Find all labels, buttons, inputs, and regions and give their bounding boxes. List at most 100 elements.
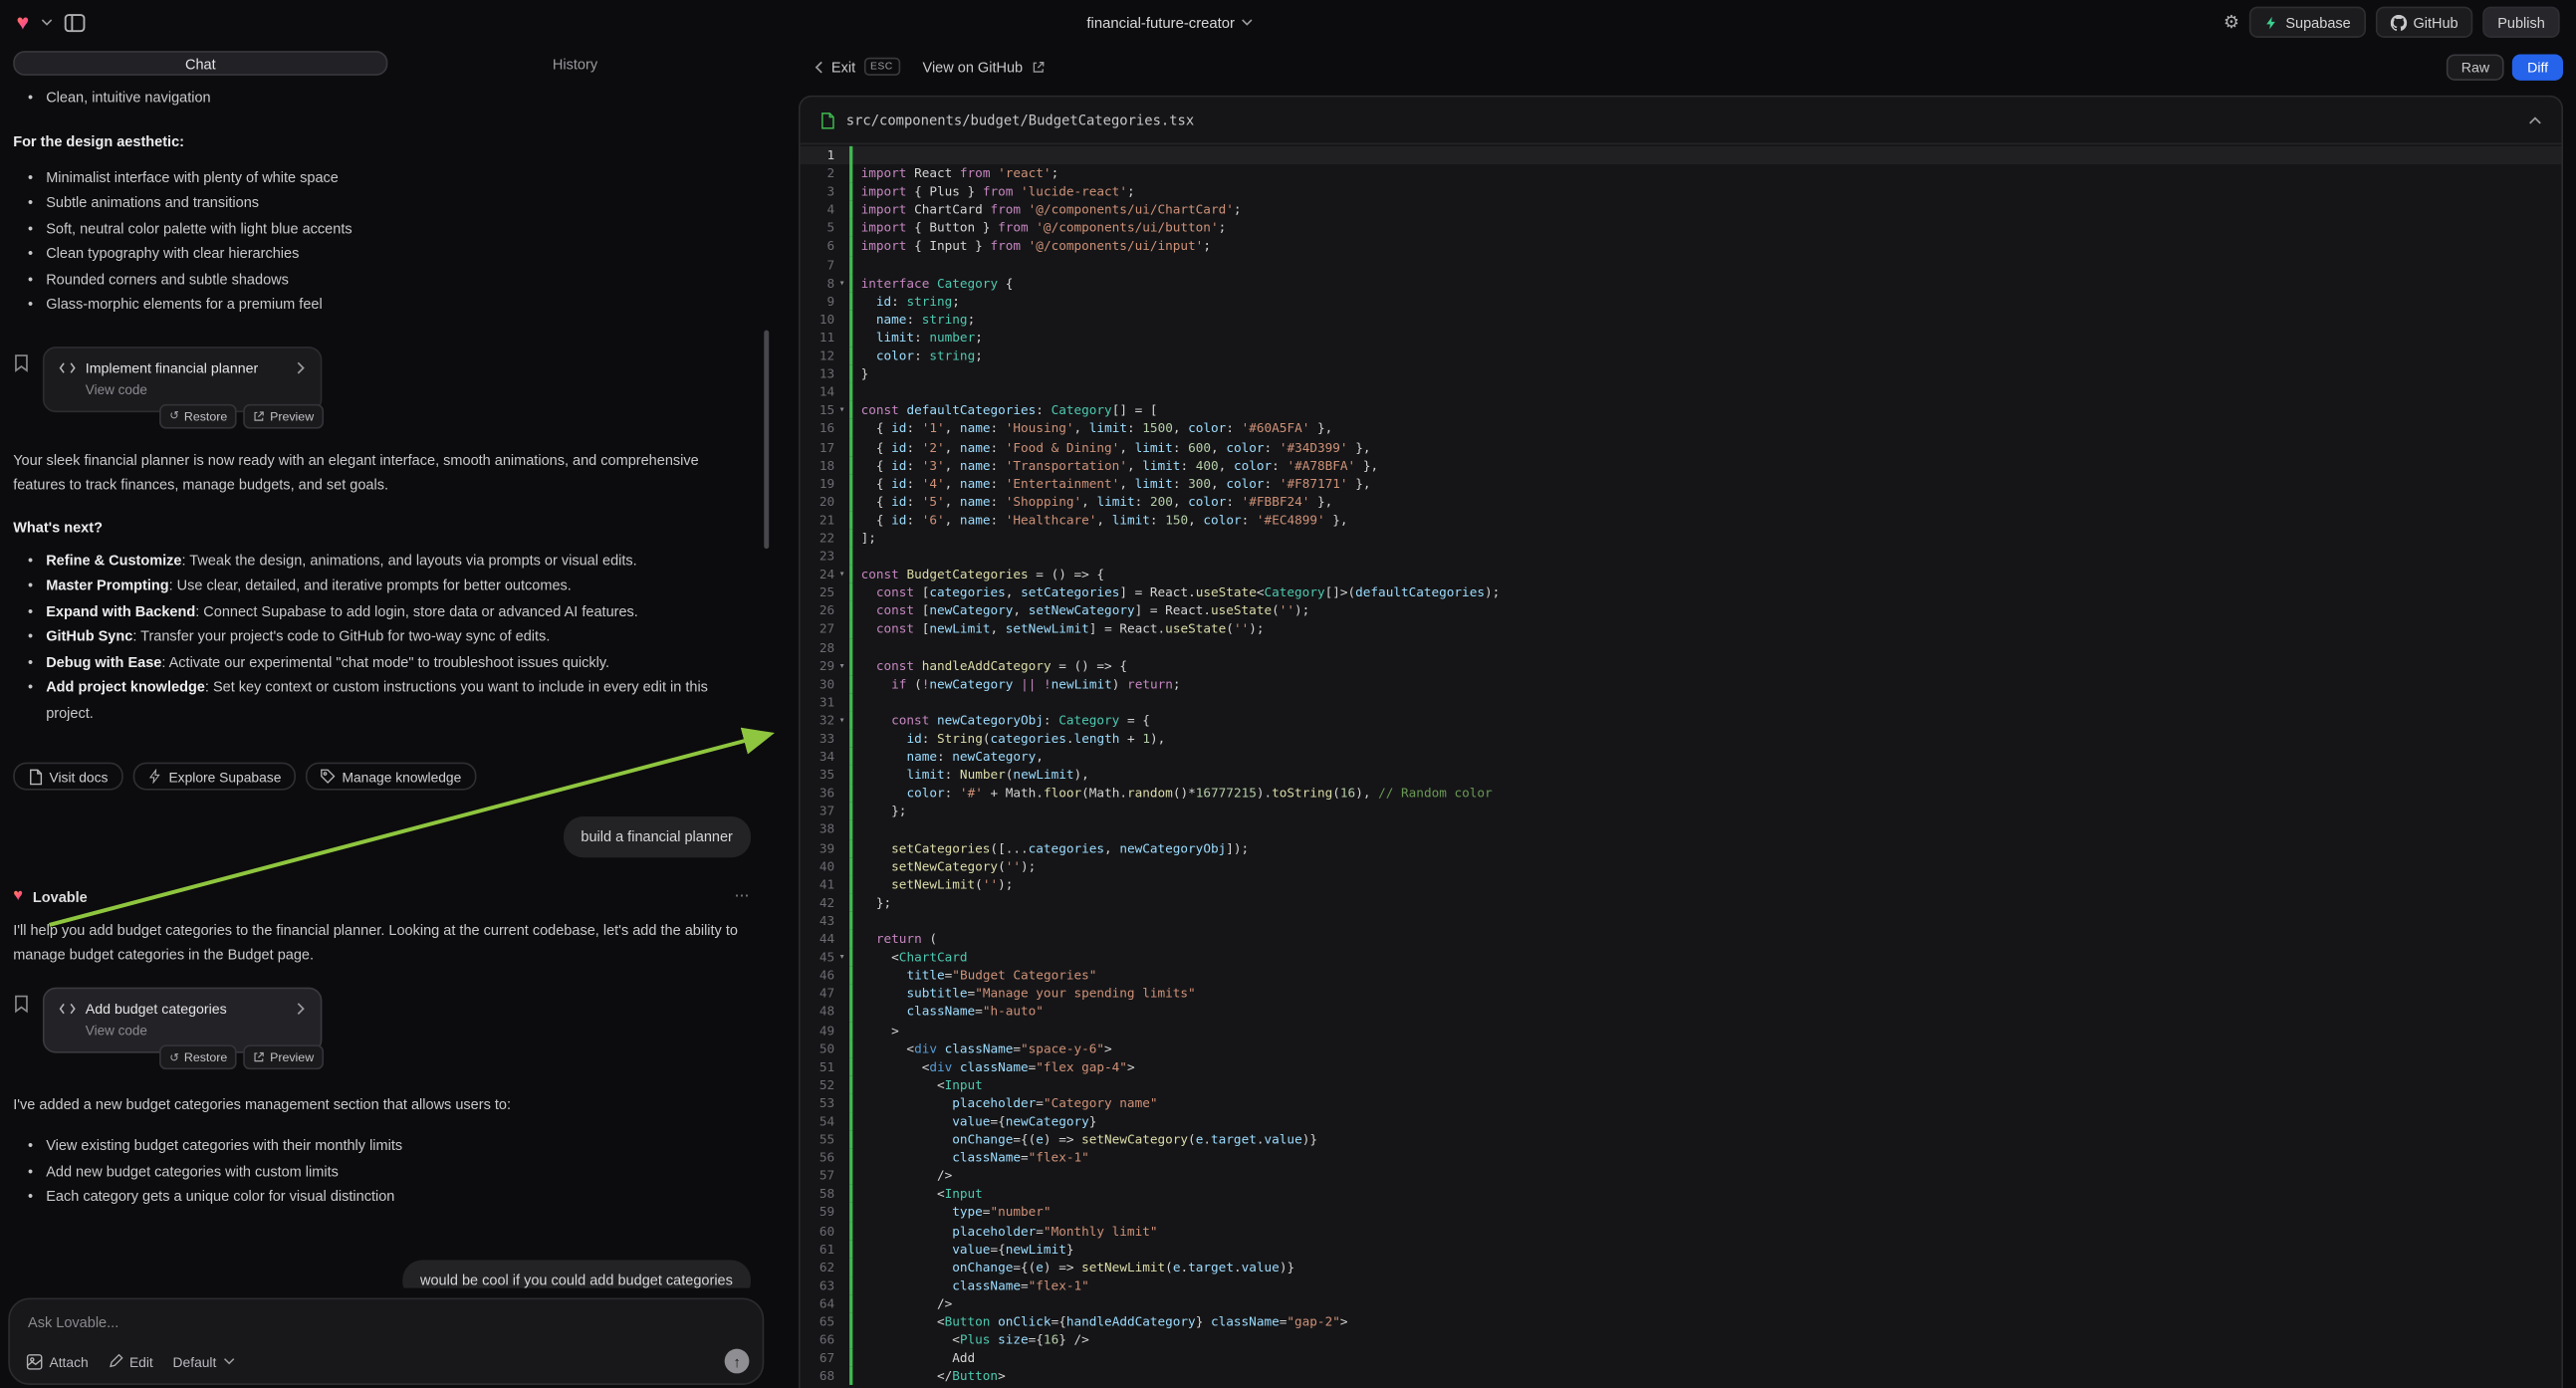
assistant-intro: I'll help you add budget categories to t… [13,918,751,968]
mode-selector[interactable]: Default [173,1353,235,1370]
edit-card-add-budget-categories[interactable]: Add budget categories View code ↺Restore… [43,988,323,1053]
code-text: Add [849,1349,2561,1367]
logo-chevron-down-icon[interactable] [41,18,53,26]
restore-button[interactable]: ↺Restore [159,1044,237,1069]
fold-icon[interactable]: ▾ [834,274,849,292]
composer[interactable]: Ask Lovable... Attach Edit Default ↑ [8,1298,764,1385]
view-on-github-link[interactable]: View on GitHub [923,59,1045,75]
publish-button[interactable]: Publish [2482,7,2559,38]
code-text: <Input [849,1185,2561,1203]
code-text: /> [849,1294,2561,1312]
edit-card-toolbar: ↺Restore Preview [159,403,324,428]
fold-icon [834,820,849,838]
supabase-button[interactable]: Supabase [2249,7,2366,38]
code-line: 42 }; [801,893,2562,911]
code-line: 9 id: string; [801,292,2562,310]
fold-icon [834,601,849,619]
edit-card-implement-financial-planner[interactable]: Implement financial planner View code ↺R… [43,346,323,411]
raw-button[interactable]: Raw [2447,54,2504,80]
design-points-list: Minimalist interface with plenty of whit… [13,165,751,318]
view-code-link[interactable]: View code [86,1024,306,1039]
code-line: 60 placeholder="Monthly limit" [801,1222,2562,1240]
code-line: 45▾ <ChartCard [801,948,2562,966]
tab-chat[interactable]: Chat [13,51,387,76]
fold-icon [834,256,849,274]
manage-knowledge-button[interactable]: Manage knowledge [306,763,476,791]
preview-button[interactable]: Preview [244,1044,324,1069]
restore-label: Restore [184,1049,227,1064]
fold-icon [834,1349,849,1367]
tab-history[interactable]: History [387,51,762,76]
chat-scrollbar-thumb[interactable] [764,331,769,549]
code-line: 36 color: '#' + Math.floor(Math.random()… [801,785,2562,803]
fold-icon[interactable]: ▾ [834,948,849,966]
send-button[interactable]: ↑ [725,1349,750,1374]
code-line: 14 [801,383,2562,401]
edit-mode-button[interactable]: Edit [108,1353,152,1370]
line-number: 23 [801,548,835,566]
file-path: src/components/budget/BudgetCategories.t… [846,112,2517,128]
whats-next-list: Refine & Customize: Tweak the design, an… [13,548,751,726]
code-lines[interactable]: 12import React from 'react';3import { Pl… [801,144,2562,1388]
fold-icon [834,311,849,329]
fold-icon [834,548,849,566]
code-line: 35 limit: Number(newLimit), [801,766,2562,784]
composer-toolbar: Attach Edit Default ↑ [26,1349,749,1374]
fold-icon[interactable]: ▾ [834,401,849,419]
visit-docs-button[interactable]: Visit docs [13,763,122,791]
fold-icon[interactable]: ▾ [834,566,849,583]
chat-messages[interactable]: Clean, intuitive navigation For the desi… [0,76,773,1288]
code-text: className="flex-1" [849,1276,2561,1294]
line-number: 55 [801,1130,835,1148]
code-text: value={newCategory} [849,1112,2561,1130]
code-text: { id: '4', name: 'Entertainment', limit:… [849,474,2561,492]
attach-button[interactable]: Attach [26,1353,88,1370]
bookmark-icon[interactable] [13,352,30,372]
fold-icon [834,219,849,237]
line-number: 67 [801,1349,835,1367]
view-code-link[interactable]: View code [86,382,306,397]
settings-gear-icon[interactable]: ⚙ [2224,12,2239,33]
line-number: 10 [801,311,835,329]
fold-icon [834,1021,849,1039]
message-menu-icon[interactable]: ⋯ [735,887,752,905]
sidebar-toggle-icon[interactable] [64,12,85,32]
line-number: 34 [801,748,835,766]
fold-icon [834,493,849,511]
github-button[interactable]: GitHub [2375,7,2472,38]
collapse-chevron-up-icon[interactable] [2528,116,2541,123]
chat-input[interactable]: Ask Lovable... [28,1314,744,1331]
fold-icon[interactable]: ▾ [834,711,849,729]
restore-button[interactable]: ↺Restore [159,403,237,428]
project-switcher[interactable]: financial-future-creator [1086,14,1253,31]
fold-icon[interactable]: ▾ [834,656,849,674]
explore-supabase-button[interactable]: Explore Supabase [132,763,296,791]
editor-toolbar: Exit ESC View on GitHub Raw Diff [773,45,2576,90]
diff-button[interactable]: Diff [2512,54,2563,80]
line-number: 8 [801,274,835,292]
code-text: > [849,1021,2561,1039]
preview-button[interactable]: Preview [244,403,324,428]
line-number: 41 [801,875,835,893]
code-line: 47 subtitle="Manage your spending limits… [801,985,2562,1003]
fold-icon [834,1185,849,1203]
code-text: onChange={(e) => setNewLimit(e.target.va… [849,1258,2561,1275]
exit-button[interactable]: Exit ESC [815,58,899,76]
code-text: <Button onClick={handleAddCategory} clas… [849,1312,2561,1330]
code-line: 13} [801,365,2562,383]
line-number: 4 [801,201,835,219]
fold-icon [834,474,849,492]
code-text: { id: '2', name: 'Food & Dining', limit:… [849,438,2561,456]
code-text: const [newLimit, setNewLimit] = React.us… [849,620,2561,638]
file-header[interactable]: src/components/budget/BudgetCategories.t… [801,97,2562,144]
fold-icon [834,730,849,748]
bookmark-icon[interactable] [13,994,30,1014]
lovable-logo-icon[interactable]: ♥ [17,12,30,33]
editor-toolbar-right: Raw Diff [2447,54,2563,80]
edit-card-title: Add budget categories [86,1001,286,1018]
line-number: 50 [801,1040,835,1057]
code-text: <div className="space-y-6"> [849,1040,2561,1057]
fold-icon [834,1112,849,1130]
line-number: 24 [801,566,835,583]
quick-actions: Visit docs Explore Supabase Manage knowl… [13,763,751,791]
